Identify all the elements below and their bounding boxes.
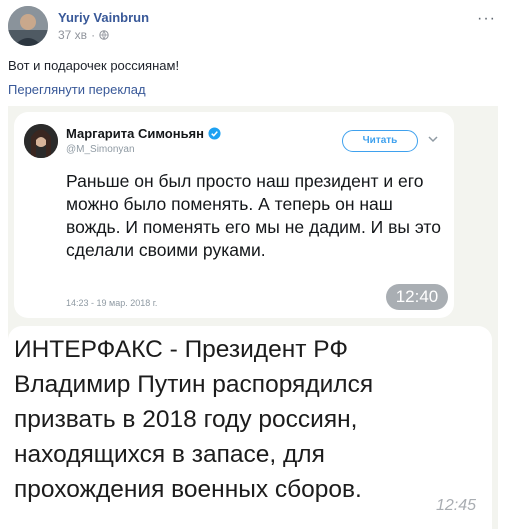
post-text: Вот и подарочек россиянам!	[8, 58, 180, 73]
tweet-handle: @M_Simonyan	[66, 144, 135, 155]
message-text: ИНТЕРФАКС - Президент РФ Владимир Путин …	[14, 336, 374, 503]
verified-icon	[208, 127, 221, 140]
follow-button: Читать	[342, 130, 418, 152]
post-header: Yuriy Vainbrun 37 хв · ···	[8, 6, 498, 46]
globe-icon	[99, 30, 109, 40]
shared-screenshot[interactable]: Маргарита Симоньян @M_Simonyan Читать Ра…	[8, 106, 498, 529]
tweet-card: Маргарита Симоньян @M_Simonyan Читать Ра…	[14, 112, 454, 318]
author-name[interactable]: Yuriy Vainbrun	[58, 10, 149, 25]
post-meta: 37 хв ·	[58, 28, 109, 42]
ellipsis-icon[interactable]: ···	[477, 10, 496, 28]
tweet-text: Раньше он был просто наш президент и его…	[66, 171, 441, 260]
tweet-date: 14:23 - 19 мар. 2018 г.	[66, 298, 158, 308]
tweet-author: Маргарита Симоньян	[66, 126, 221, 141]
tweet-author-name: Маргарита Симоньян	[66, 126, 204, 141]
chevron-down-icon	[428, 136, 438, 143]
post-time[interactable]: 37 хв	[58, 28, 87, 42]
author-avatar[interactable]	[8, 6, 48, 46]
message-time-badge: 12:40	[386, 284, 448, 310]
message-bubble: ИНТЕРФАКС - Президент РФ Владимир Путин …	[8, 326, 492, 529]
tweet-avatar	[24, 124, 58, 158]
message-time: 12:45	[436, 497, 477, 514]
see-translation-link[interactable]: Переглянути переклад	[8, 82, 146, 97]
